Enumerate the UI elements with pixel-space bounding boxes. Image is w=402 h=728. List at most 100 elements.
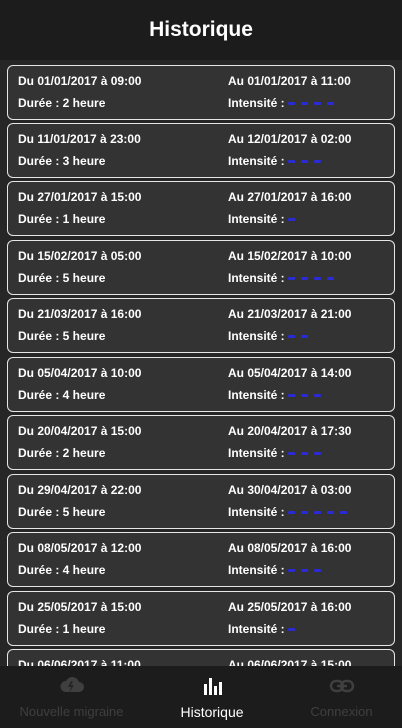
entry-duration: Durée : 4 heure [18,563,106,577]
intensity-mark-icon [301,393,308,397]
page-title: Historique [149,18,253,41]
entry-duration: Durée : 4 heure [18,388,106,402]
entry-duration: Durée : 5 heure [18,329,106,343]
entry-end: Au 21/03/2017 à 21:00 [228,307,352,321]
intensity-rating [288,563,327,577]
entry-end: Au 01/01/2017 à 11:00 [228,74,351,88]
intensity-mark-icon [327,510,334,514]
entry-end: Au 06/06/2017 à 15:00 [228,658,352,666]
intensity-mark-icon [314,101,321,105]
intensity-mark-icon [340,510,347,514]
history-entry[interactable]: Du 05/04/2017 à 10:00 Au 05/04/2017 à 14… [7,357,395,412]
entry-end: Au 05/04/2017 à 14:00 [228,366,352,380]
intensity-mark-icon [301,159,308,163]
intensity-mark-icon [314,510,321,514]
tab-historique[interactable]: Historique [143,666,281,728]
entry-duration: Durée : 1 heure [18,212,106,226]
entry-end: Au 15/02/2017 à 10:00 [228,249,352,263]
history-entry[interactable]: Du 27/01/2017 à 15:00 Au 27/01/2017 à 16… [7,181,395,236]
intensity-mark-icon [301,101,308,105]
history-entry[interactable]: Du 01/01/2017 à 09:00 Au 01/01/2017 à 11… [7,65,395,120]
history-entry[interactable]: Du 29/04/2017 à 22:00 Au 30/04/2017 à 03… [7,474,395,529]
tab-label: Connexion [310,704,373,719]
cloud-icon [0,675,143,697]
intensity-mark-icon [301,451,308,455]
entry-start: Du 01/01/2017 à 09:00 [18,74,142,88]
intensity-rating [288,446,327,460]
intensity-mark-icon [327,276,334,280]
intensity-mark-icon [288,159,295,163]
entry-intensity-label: Intensité : [228,622,285,636]
intensity-rating [288,271,340,285]
entry-duration: Durée : 1 heure [18,622,106,636]
entry-intensity-label: Intensité : [228,96,285,110]
entry-start: Du 27/01/2017 à 15:00 [18,190,142,204]
history-entry[interactable]: Du 21/03/2017 à 16:00 Au 21/03/2017 à 21… [7,298,395,353]
history-entry[interactable]: Du 11/01/2017 à 23:00 Au 12/01/2017 à 02… [7,123,395,178]
tab-connexion[interactable]: Connexion [281,666,402,728]
intensity-mark-icon [327,101,334,105]
intensity-rating [288,329,314,343]
intensity-mark-icon [314,451,321,455]
history-entry[interactable]: Du 15/02/2017 à 05:00 Au 15/02/2017 à 10… [7,240,395,295]
entry-end: Au 30/04/2017 à 03:00 [228,483,352,497]
intensity-mark-icon [288,627,295,631]
entry-start: Du 21/03/2017 à 16:00 [18,307,142,321]
intensity-mark-icon [288,276,295,280]
entry-end: Au 25/05/2017 à 16:00 [228,600,352,614]
tab-label: Nouvelle migraine [19,704,124,719]
intensity-mark-icon [288,393,295,397]
intensity-rating [288,212,301,226]
history-entry[interactable]: Du 20/04/2017 à 15:00 Au 20/04/2017 à 17… [7,415,395,470]
intensity-mark-icon [288,334,295,338]
tab-nouvelle-migraine[interactable]: Nouvelle migraine [0,666,143,728]
tab-label: Historique [180,704,244,720]
entry-duration: Durée : 2 heure [18,96,106,110]
entry-start: Du 05/04/2017 à 10:00 [18,366,142,380]
intensity-rating [288,154,327,168]
intensity-mark-icon [301,334,308,338]
intensity-mark-icon [288,451,295,455]
entry-intensity-label: Intensité : [228,446,285,460]
history-entry[interactable]: Du 25/05/2017 à 15:00 Au 25/05/2017 à 16… [7,591,395,646]
entry-start: Du 29/04/2017 à 22:00 [18,483,142,497]
entry-start: Du 08/05/2017 à 12:00 [18,541,142,555]
entry-intensity-label: Intensité : [228,563,285,577]
intensity-mark-icon [301,510,308,514]
intensity-mark-icon [301,276,308,280]
entry-start: Du 25/05/2017 à 15:00 [18,600,142,614]
intensity-mark-icon [314,276,321,280]
bar-chart-icon [143,675,281,697]
entry-end: Au 20/04/2017 à 17:30 [228,424,352,438]
intensity-mark-icon [314,159,321,163]
intensity-mark-icon [288,568,295,572]
entry-duration: Durée : 3 heure [18,154,106,168]
intensity-mark-icon [288,510,295,514]
intensity-mark-icon [301,568,308,572]
entry-start: Du 20/04/2017 à 15:00 [18,424,142,438]
history-entry[interactable]: Du 08/05/2017 à 12:00 Au 08/05/2017 à 16… [7,532,395,587]
intensity-rating [288,622,301,636]
entry-end: Au 12/01/2017 à 02:00 [228,132,352,146]
link-icon [281,675,402,697]
entry-intensity-label: Intensité : [228,154,285,168]
intensity-rating [288,505,353,519]
intensity-mark-icon [314,568,321,572]
entry-start: Du 06/06/2017 à 11:00 [18,658,141,666]
intensity-rating [288,388,327,402]
entry-end: Au 08/05/2017 à 16:00 [228,541,352,555]
page-header: Historique [0,0,402,60]
history-entry[interactable]: Du 06/06/2017 à 11:00 Au 06/06/2017 à 15… [7,649,395,666]
intensity-mark-icon [314,393,321,397]
entry-intensity-label: Intensité : [228,212,285,226]
intensity-mark-icon [288,217,295,221]
entry-intensity-label: Intensité : [228,271,285,285]
entry-intensity-label: Intensité : [228,388,285,402]
entry-intensity-label: Intensité : [228,505,285,519]
history-list[interactable]: Du 01/01/2017 à 09:00 Au 01/01/2017 à 11… [0,60,402,666]
entry-duration: Durée : 2 heure [18,446,106,460]
entry-start: Du 15/02/2017 à 05:00 [18,249,142,263]
entry-duration: Durée : 5 heure [18,505,106,519]
entry-intensity-label: Intensité : [228,329,285,343]
bottom-tab-bar: Nouvelle migraine Historique Connexion [0,666,402,728]
